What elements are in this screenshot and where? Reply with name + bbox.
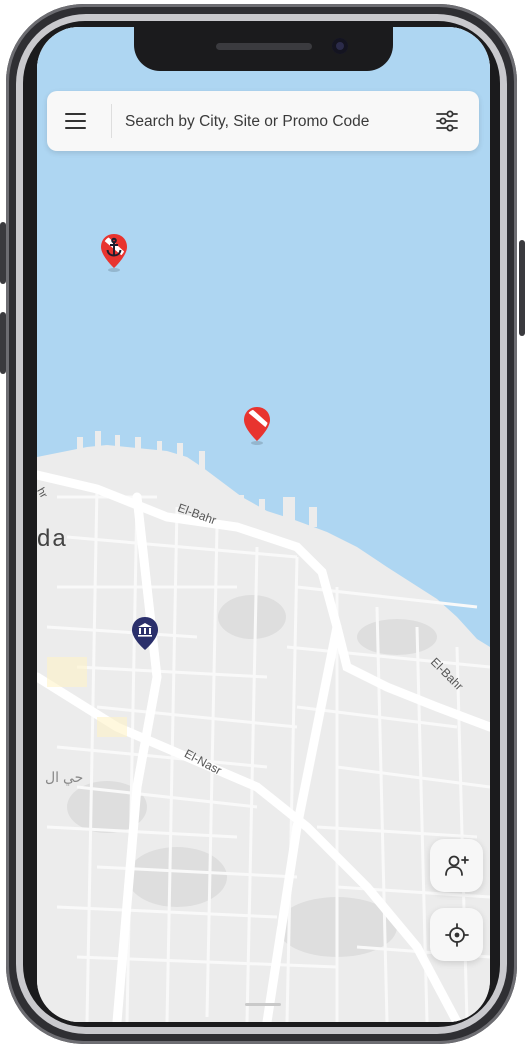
dive-site-anchor-pin[interactable]	[99, 232, 129, 277]
district-label-arabic: حي ال	[45, 769, 84, 785]
app-screen: da El-Bahr El-Bahr El-Nasr hr حي ال	[37, 27, 490, 1022]
volume-down-button	[0, 312, 6, 374]
map-canvas[interactable]	[37, 27, 490, 1022]
my-location-button[interactable]	[430, 908, 483, 961]
my-location-icon	[445, 923, 469, 947]
add-person-icon	[445, 855, 469, 876]
search-bar	[47, 91, 479, 151]
dive-site-pin[interactable]	[242, 405, 272, 450]
power-button	[519, 240, 525, 336]
home-indicator	[245, 1003, 281, 1006]
museum-pin[interactable]	[130, 615, 160, 658]
search-divider	[111, 104, 112, 138]
sliders-icon	[436, 110, 458, 132]
add-buddy-button[interactable]	[430, 839, 483, 892]
menu-button[interactable]	[61, 107, 89, 135]
city-label: da	[37, 525, 68, 552]
search-input[interactable]	[123, 106, 427, 138]
volume-up-button	[0, 222, 6, 284]
filter-button[interactable]	[432, 106, 462, 136]
hamburger-icon	[65, 113, 86, 116]
speaker-grille	[216, 43, 312, 50]
front-camera	[332, 38, 348, 54]
phone-notch	[134, 27, 393, 71]
